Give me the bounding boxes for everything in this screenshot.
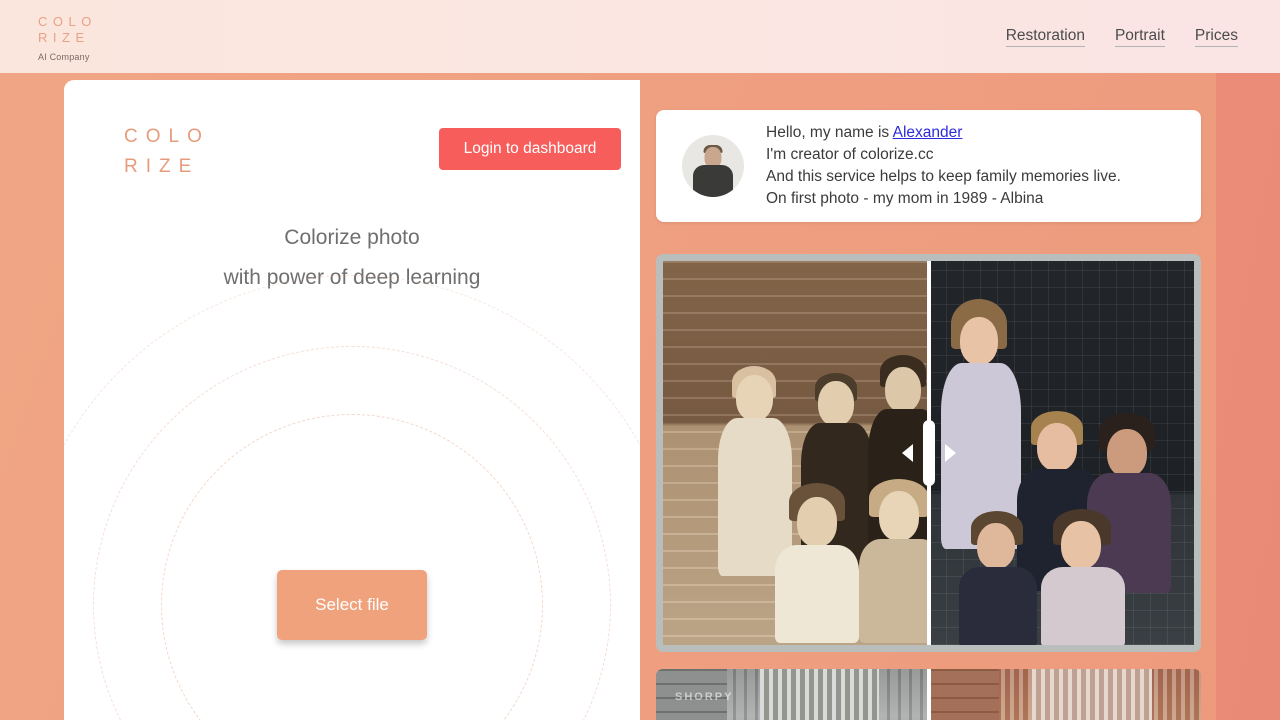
photo-comparison-second-inner: SHORPY — [656, 669, 1201, 720]
author-name-link[interactable]: Alexander — [893, 124, 963, 141]
comparison-slider-handle[interactable] — [922, 420, 935, 486]
nav-link-prices[interactable]: Prices — [1194, 27, 1238, 47]
nav-link-portrait[interactable]: Portrait — [1114, 27, 1165, 47]
card-logo[interactable]: COLO RIZE — [124, 122, 210, 182]
login-to-dashboard-button[interactable]: Login to dashboard — [439, 128, 621, 170]
file-dropzone[interactable]: Select file — [64, 275, 640, 720]
card-logo-line2: RIZE — [124, 156, 200, 177]
author-intro-card: Hello, my name is Alexander I'm creator … — [656, 110, 1201, 222]
photo-comparison-main-inner — [663, 261, 1194, 645]
second-curtain-after — [1032, 669, 1152, 720]
second-wood-panel-after — [928, 669, 1000, 720]
figure-child-4 — [775, 483, 859, 643]
second-curtain-before — [759, 669, 880, 720]
intro-line-2: I'm creator of colorize.cc — [766, 146, 934, 163]
page-root: COLO RIZE AI Company Restoration Portrai… — [0, 0, 1280, 720]
photo-after-half — [928, 261, 1194, 645]
photo-second-after-half — [928, 669, 1201, 720]
right-column: Hello, my name is Alexander I'm creator … — [656, 110, 1201, 720]
card-logo-line1: COLO — [124, 126, 210, 147]
nav-link-restoration[interactable]: Restoration — [1005, 27, 1085, 47]
upload-card-header: COLO RIZE Login to dashboard — [64, 80, 640, 190]
slider-arrow-right-icon[interactable] — [944, 444, 956, 462]
header-logo-subtitle: AI Company — [38, 51, 90, 62]
select-file-button[interactable]: Select file — [277, 570, 427, 640]
figure-child-5 — [859, 479, 929, 643]
intro-line-3: And this service helps to keep family me… — [766, 168, 1121, 185]
header-logo[interactable]: COLO RIZE AI Company — [38, 14, 97, 62]
shorpy-watermark: SHORPY — [675, 691, 734, 703]
photo-comparison-main[interactable] — [656, 254, 1201, 652]
photo-comparison-second[interactable]: SHORPY — [656, 669, 1201, 720]
intro-line-1-prefix: Hello, my name is — [766, 124, 893, 141]
author-intro-text: Hello, my name is Alexander I'm creator … — [766, 122, 1121, 210]
slider-arrow-left-icon[interactable] — [901, 444, 913, 462]
intro-line-1: Hello, my name is Alexander — [766, 122, 1121, 144]
upload-card: COLO RIZE Login to dashboard Colorize ph… — [64, 80, 640, 720]
figure-girl-3 — [1040, 509, 1125, 645]
avatar — [682, 135, 744, 197]
intro-line-4: On first photo - my mom in 1989 - Albina — [766, 190, 1044, 207]
tagline-line-1: Colorize photo — [284, 226, 420, 249]
photo-before-half — [663, 261, 929, 645]
top-navigation: Restoration Portrait Prices — [1005, 27, 1238, 47]
header-logo-line1: COLO — [38, 13, 97, 29]
header-logo-line2: RIZE — [38, 29, 90, 45]
figure-girl-2 — [958, 511, 1037, 645]
comparison-slider-line-second — [926, 669, 931, 720]
top-header-bar: COLO RIZE AI Company Restoration Portrai… — [0, 0, 1280, 73]
photo-second-before-half: SHORPY — [656, 669, 929, 720]
avatar-body-shape — [693, 165, 733, 197]
